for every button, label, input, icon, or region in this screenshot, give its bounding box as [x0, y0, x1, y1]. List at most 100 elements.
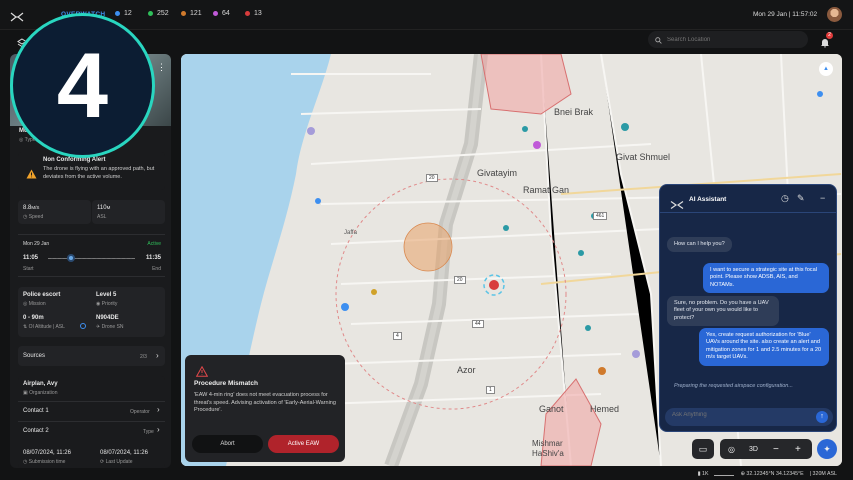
edit-icon[interactable]: ✎ [797, 193, 805, 204]
map-label-bnei-brak: Bnei Brak [554, 107, 594, 117]
longitude: 34.12345°E [775, 471, 804, 477]
ask-input-container[interactable]: ↑ [665, 408, 833, 426]
count-green[interactable]: 252 [148, 10, 169, 17]
count-orange[interactable]: 121 [181, 10, 202, 17]
top-bar: OVERWATCH 12 252 121 64 13 Mon 29 Jan | … [0, 0, 853, 30]
layers-toggle-button[interactable]: ▭ [692, 439, 714, 459]
ai-assistant-panel: AI Assistant ◷ ✎ − How can I help you? I… [659, 184, 837, 432]
more-options-icon[interactable]: ⋮ [157, 62, 166, 73]
road-shield: 461 [593, 212, 608, 220]
contact-2-row[interactable]: Contact 2 Type › [18, 421, 165, 439]
avatar[interactable] [827, 7, 842, 22]
mission-value: Police escort [23, 292, 61, 298]
chat-message-user: Yes, create request authorization for 'B… [699, 328, 829, 366]
abort-button[interactable]: Abort [192, 435, 263, 453]
organization-value: Airplan, Avy [23, 381, 58, 387]
threat-icon [489, 280, 499, 290]
count-red[interactable]: 13 [245, 10, 262, 17]
speed-label: Speed [28, 214, 44, 220]
map-label-jaffa: Jaffa [344, 230, 357, 236]
search-box[interactable] [648, 31, 808, 48]
send-button[interactable]: ↑ [816, 411, 828, 423]
count-value: 121 [190, 10, 202, 17]
orange-dot-icon [181, 11, 186, 16]
notification-bell[interactable]: 2 [820, 32, 833, 48]
map-label-mishmar: Mishmar [532, 439, 563, 448]
info-icon[interactable] [80, 323, 86, 329]
warning-icon [26, 166, 37, 184]
count-blue[interactable]: 12 [115, 10, 132, 17]
minimize-icon[interactable]: − [820, 193, 825, 203]
purple-dot-icon [213, 11, 218, 16]
map-label-hemed: Hemed [590, 404, 620, 414]
divider [660, 212, 836, 213]
locate-icon[interactable]: ◎ [728, 445, 735, 454]
asl-value: 110 [97, 205, 107, 211]
sources-row[interactable]: Sources 2/3 › [18, 346, 165, 366]
mission-label: Mission [28, 301, 46, 307]
step-number: 4 [56, 34, 109, 137]
submission-value: 08/07/2024, 11:26 [23, 450, 71, 456]
coordinates: ⊕ 32.12345°N 34.12345°E [740, 471, 804, 477]
contact-1-label: Contact 1 [23, 408, 49, 414]
date: Mon 29 Jan [753, 11, 787, 18]
3d-toggle[interactable]: 3D [749, 446, 758, 453]
latitude: 32.12345°N [746, 471, 775, 477]
timeline-date: Mon 29 Jan [23, 241, 50, 247]
map-label-ganot: Ganot [539, 404, 564, 414]
last-update-value: 08/07/2024, 11:26 [100, 450, 148, 456]
altitude-value: 320M ASL [812, 471, 837, 477]
card-icon: ▭ [698, 443, 708, 454]
submission-label: Submission time [28, 459, 66, 465]
count-value: 12 [124, 10, 132, 17]
map-label-ramat-gan: Ramat Gan [523, 185, 570, 195]
app-logo-icon[interactable] [10, 9, 24, 22]
timeline-handle[interactable] [67, 254, 75, 262]
timeline-track[interactable] [48, 258, 135, 259]
chevron-right-icon: › [157, 425, 160, 434]
alert-text: The drone is flying with an approved pat… [43, 166, 155, 180]
step-number-badge: 4 [10, 13, 155, 158]
chevron-right-icon: › [157, 405, 160, 414]
asl-card: 110M ASL [92, 200, 165, 224]
contact-1-row[interactable]: Contact 1 Operator › [18, 401, 165, 419]
altitude-value: 0 - 90m [23, 315, 44, 321]
priority-label: Priority [101, 301, 118, 307]
search-input[interactable] [667, 36, 797, 43]
contact-1-role: Operator [130, 409, 150, 415]
active-eaw-button[interactable]: Active EAW [268, 435, 339, 453]
organization-label: Organization [29, 390, 58, 396]
count-value: 252 [157, 10, 169, 17]
ai-title: AI Assistant [689, 196, 727, 203]
time: 11:57:02 [792, 11, 818, 18]
count-value: 13 [254, 10, 262, 17]
priority-value: Level 5 [96, 292, 117, 298]
scale-bar [714, 473, 735, 476]
compass-icon[interactable]: ▲ [819, 62, 833, 76]
ask-input[interactable] [672, 412, 802, 418]
sources-label: Sources [23, 353, 46, 359]
count-purple[interactable]: 64 [213, 10, 230, 17]
history-icon[interactable]: ◷ [781, 193, 789, 204]
timeline: Mon 29 Jan Active 11:05 11:35 Start End [18, 234, 165, 277]
view-controls: ◎ 3D − + [720, 439, 812, 459]
altitude-label: OI Altitude | ASL [28, 324, 65, 330]
speed-unit: M/S [31, 205, 40, 210]
ai-pending-status: Preparing the requested airspace configu… [674, 383, 793, 389]
asl-unit: M [106, 205, 111, 210]
dialog-title: Procedure Mismatch [194, 380, 258, 387]
zoom-out-button[interactable]: − [773, 444, 779, 455]
drone-sn-value: N904DE [96, 315, 119, 321]
red-dot-icon [245, 11, 250, 16]
timeline-end: 11:35 [145, 255, 161, 261]
zoom-in-button[interactable]: + [795, 444, 801, 455]
chevron-right-icon: › [156, 351, 159, 360]
alert-title: Non Conforming Alert [43, 157, 106, 163]
scale-value: 1K [702, 471, 709, 477]
map-label-azor: Azor [457, 365, 476, 375]
last-update-label: Last Update [105, 459, 133, 465]
road-shield: 20 [426, 174, 438, 182]
ai-assistant-button[interactable]: ✦ [817, 439, 837, 459]
date-time: Mon 29 Jan | 11:57:02 [753, 11, 818, 18]
count-value: 64 [222, 10, 230, 17]
